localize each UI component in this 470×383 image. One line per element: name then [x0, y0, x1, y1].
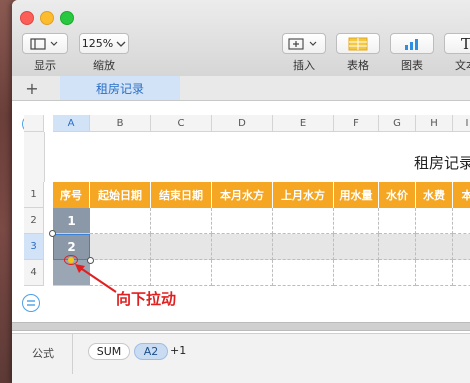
- table-cell[interactable]: [90, 208, 151, 234]
- table-cell[interactable]: [212, 208, 273, 234]
- table-cell[interactable]: [416, 208, 453, 234]
- column-header-h[interactable]: H: [416, 115, 453, 132]
- formula-label: 公式: [32, 347, 54, 360]
- table-cell[interactable]: [90, 234, 151, 260]
- header-cell[interactable]: 本: [453, 182, 470, 208]
- insert-label: 插入: [293, 59, 315, 72]
- header-cell[interactable]: 水价: [379, 182, 416, 208]
- table-cell[interactable]: [151, 234, 212, 260]
- table-cell[interactable]: [379, 234, 416, 260]
- table-cell[interactable]: [416, 260, 453, 286]
- annotation-text: 向下拉动: [116, 290, 177, 308]
- bar-chart-icon: [405, 38, 418, 50]
- add-sheet-button[interactable]: +: [12, 76, 52, 100]
- table-cell[interactable]: [416, 234, 453, 260]
- chart-label: 图表: [401, 59, 423, 72]
- table-cell[interactable]: [334, 234, 379, 260]
- arrow-icon: [75, 264, 117, 293]
- table-cell[interactable]: [212, 234, 273, 260]
- table-title[interactable]: 租房记录: [414, 152, 470, 173]
- seq-cell-a2[interactable]: 1: [53, 208, 90, 234]
- row-header-3[interactable]: 3: [24, 234, 44, 260]
- table-cell[interactable]: [379, 208, 416, 234]
- table-cell[interactable]: [273, 260, 334, 286]
- formula-bar: 公式 SUM A2 +1: [12, 333, 470, 383]
- row-header-4[interactable]: 4: [24, 260, 44, 286]
- corner-cell: [24, 115, 44, 132]
- column-header-f[interactable]: F: [334, 115, 379, 132]
- toolbar: 显示 125% 缩放 插入 表格 图表 T 文: [12, 0, 470, 77]
- column-header-b[interactable]: B: [90, 115, 151, 132]
- row-header-1[interactable]: 1: [24, 182, 44, 208]
- table-cell[interactable]: [334, 208, 379, 234]
- view-label: 显示: [34, 59, 56, 72]
- insert-icon: [288, 37, 317, 50]
- formula-tail[interactable]: +1: [170, 344, 186, 357]
- column-header-e[interactable]: E: [273, 115, 334, 132]
- add-row-handle[interactable]: [22, 294, 40, 312]
- view-button[interactable]: [22, 33, 68, 54]
- sidebar-layout-icon: [30, 37, 58, 50]
- column-header-d[interactable]: D: [212, 115, 273, 132]
- text-label: 文本: [455, 59, 470, 72]
- insert-button[interactable]: [282, 33, 326, 54]
- zoom-select[interactable]: 125%: [79, 33, 129, 54]
- zoom-value: 125%: [81, 37, 114, 50]
- table-icon: [348, 37, 368, 50]
- function-token[interactable]: SUM: [88, 343, 130, 360]
- header-cell[interactable]: 结束日期: [151, 182, 212, 208]
- table-cell[interactable]: [453, 234, 470, 260]
- table-cell[interactable]: [151, 208, 212, 234]
- table-cell[interactable]: [334, 260, 379, 286]
- sheet-tab-bar: + 租房记录: [12, 76, 470, 101]
- row-header-gutter: [24, 132, 45, 182]
- header-cell[interactable]: 序号: [53, 182, 90, 208]
- table-cell[interactable]: [273, 234, 334, 260]
- header-cell[interactable]: 上月水方: [273, 182, 334, 208]
- table-cell[interactable]: [212, 260, 273, 286]
- table-cell[interactable]: [273, 208, 334, 234]
- tab-sheet[interactable]: 租房记录: [60, 76, 180, 100]
- close-window-button[interactable]: [20, 11, 34, 25]
- table-button[interactable]: [336, 33, 380, 54]
- row-header-2[interactable]: 2: [24, 208, 44, 234]
- formula-divider: [72, 334, 73, 374]
- selection-handle[interactable]: [49, 230, 56, 237]
- table-cell[interactable]: [453, 208, 470, 234]
- chevron-down-icon: [116, 41, 126, 47]
- table-cell[interactable]: [151, 260, 212, 286]
- header-cell[interactable]: 水费: [416, 182, 453, 208]
- text-button[interactable]: T: [444, 33, 470, 54]
- numbers-window: 显示 125% 缩放 插入 表格 图表 T 文 + 租房记录 A B C D E…: [12, 0, 470, 383]
- maximize-window-button[interactable]: [60, 11, 74, 25]
- equals-icon: [27, 300, 35, 306]
- zoom-label: 缩放: [93, 59, 115, 72]
- chart-button[interactable]: [390, 33, 434, 54]
- minimize-window-button[interactable]: [40, 11, 54, 25]
- header-cell[interactable]: 起始日期: [90, 182, 151, 208]
- table-cell[interactable]: [453, 260, 470, 286]
- header-cell[interactable]: 本月水方: [212, 182, 273, 208]
- horizontal-scrollbar[interactable]: [12, 322, 470, 331]
- column-header-a[interactable]: A: [53, 115, 90, 132]
- text-icon: T: [460, 34, 470, 53]
- reference-token[interactable]: A2: [134, 343, 168, 360]
- header-cell[interactable]: 用水量: [334, 182, 379, 208]
- column-header-i[interactable]: I: [453, 115, 470, 132]
- column-header-g[interactable]: G: [379, 115, 416, 132]
- table-label: 表格: [347, 59, 369, 72]
- column-header-c[interactable]: C: [151, 115, 212, 132]
- table-cell[interactable]: [379, 260, 416, 286]
